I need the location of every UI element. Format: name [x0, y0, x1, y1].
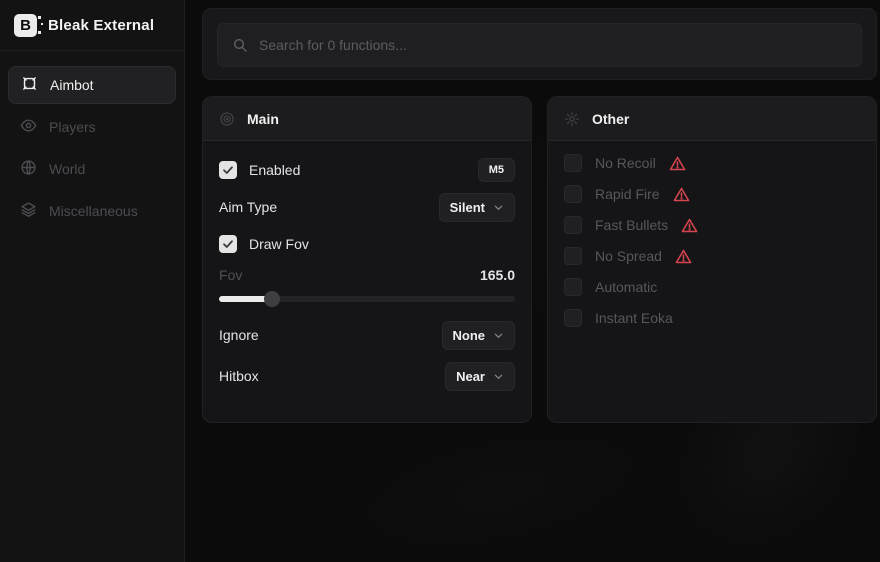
ignore-value: None [453, 328, 486, 343]
ignore-label: Ignore [219, 327, 259, 343]
sidebar-item-label: World [49, 161, 85, 177]
hitbox-dropdown[interactable]: Near [445, 362, 515, 391]
toggle-row-fast-bullets[interactable]: Fast Bullets [564, 213, 860, 237]
panel-title: Other [592, 111, 629, 127]
sidebar-item-label: Players [49, 119, 96, 135]
rapid-fire-checkbox[interactable] [564, 185, 582, 203]
layers-icon [20, 201, 37, 221]
chevron-down-icon [493, 202, 504, 213]
fov-slider[interactable] [219, 291, 515, 307]
search-input[interactable] [259, 37, 847, 53]
panel-other: Other No Recoil Rapid Fire Fast Bullets [547, 96, 877, 423]
warning-icon [675, 248, 692, 265]
toggle-row-no-spread[interactable]: No Spread [564, 244, 860, 268]
app-title: Bleak External [48, 17, 154, 34]
check-icon [222, 238, 234, 250]
panel-main-body: Enabled M5 Aim Type Silent Draw Fov [203, 141, 531, 390]
app-logo: B [14, 14, 37, 37]
eye-icon [20, 117, 37, 137]
sidebar-item-miscellaneous[interactable]: Miscellaneous [8, 192, 176, 230]
fast-bullets-label: Fast Bullets [595, 217, 668, 233]
hitbox-label: Hitbox [219, 368, 259, 384]
logo-letter: B [20, 17, 31, 34]
fov-slider-thumb[interactable] [264, 291, 280, 307]
keybind-button[interactable]: M5 [478, 158, 515, 182]
sidebar-nav: Aimbot Players World [0, 51, 184, 230]
enabled-checkbox[interactable] [219, 161, 237, 179]
panel-other-body: No Recoil Rapid Fire Fast Bullets [548, 141, 876, 330]
chevron-down-icon [493, 371, 504, 382]
panel-title: Main [247, 111, 279, 127]
chevron-down-icon [493, 330, 504, 341]
search-icon [232, 37, 248, 53]
gear-icon [564, 111, 580, 127]
toggle-row-instant-eoka[interactable]: Instant Eoka [564, 306, 860, 330]
aim-type-dropdown[interactable]: Silent [439, 193, 515, 222]
search-box[interactable] [217, 23, 862, 67]
rapid-fire-label: Rapid Fire [595, 186, 660, 202]
draw-fov-label: Draw Fov [249, 236, 309, 252]
toggle-row-no-recoil[interactable]: No Recoil [564, 151, 860, 175]
sidebar-item-aimbot[interactable]: Aimbot [8, 66, 176, 104]
no-recoil-label: No Recoil [595, 155, 656, 171]
automatic-checkbox[interactable] [564, 278, 582, 296]
globe-icon [20, 159, 37, 179]
aim-type-value: Silent [450, 200, 485, 215]
ignore-dropdown[interactable]: None [442, 321, 516, 350]
crosshair-icon [21, 75, 38, 95]
toggle-row-rapid-fire[interactable]: Rapid Fire [564, 182, 860, 206]
panel-main: Main Enabled M5 Aim Type Silent [202, 96, 532, 423]
main-content: Main Enabled M5 Aim Type Silent [185, 0, 880, 562]
aim-type-label: Aim Type [219, 199, 277, 215]
sidebar-item-players[interactable]: Players [8, 108, 176, 146]
check-icon [222, 164, 234, 176]
toggle-row-automatic[interactable]: Automatic [564, 275, 860, 299]
panel-main-header: Main [203, 97, 531, 141]
warning-icon [673, 186, 690, 203]
sidebar-header: B Bleak External [0, 0, 184, 51]
target-icon [219, 111, 235, 127]
instant-eoka-checkbox[interactable] [564, 309, 582, 327]
automatic-label: Automatic [595, 279, 657, 295]
sidebar-item-label: Miscellaneous [49, 203, 138, 219]
hitbox-value: Near [456, 369, 485, 384]
sidebar-item-label: Aimbot [50, 77, 94, 93]
panel-other-header: Other [548, 97, 876, 141]
no-recoil-checkbox[interactable] [564, 154, 582, 172]
no-spread-label: No Spread [595, 248, 662, 264]
search-card [202, 8, 877, 80]
warning-icon [681, 217, 698, 234]
sidebar: B Bleak External Aimbot Players [0, 0, 185, 562]
no-spread-checkbox[interactable] [564, 247, 582, 265]
enabled-label: Enabled [249, 162, 300, 178]
sidebar-item-world[interactable]: World [8, 150, 176, 188]
draw-fov-checkbox[interactable] [219, 235, 237, 253]
fov-label: Fov [219, 267, 242, 283]
fast-bullets-checkbox[interactable] [564, 216, 582, 234]
warning-icon [669, 155, 686, 172]
fov-value: 165.0 [480, 267, 515, 283]
instant-eoka-label: Instant Eoka [595, 310, 673, 326]
